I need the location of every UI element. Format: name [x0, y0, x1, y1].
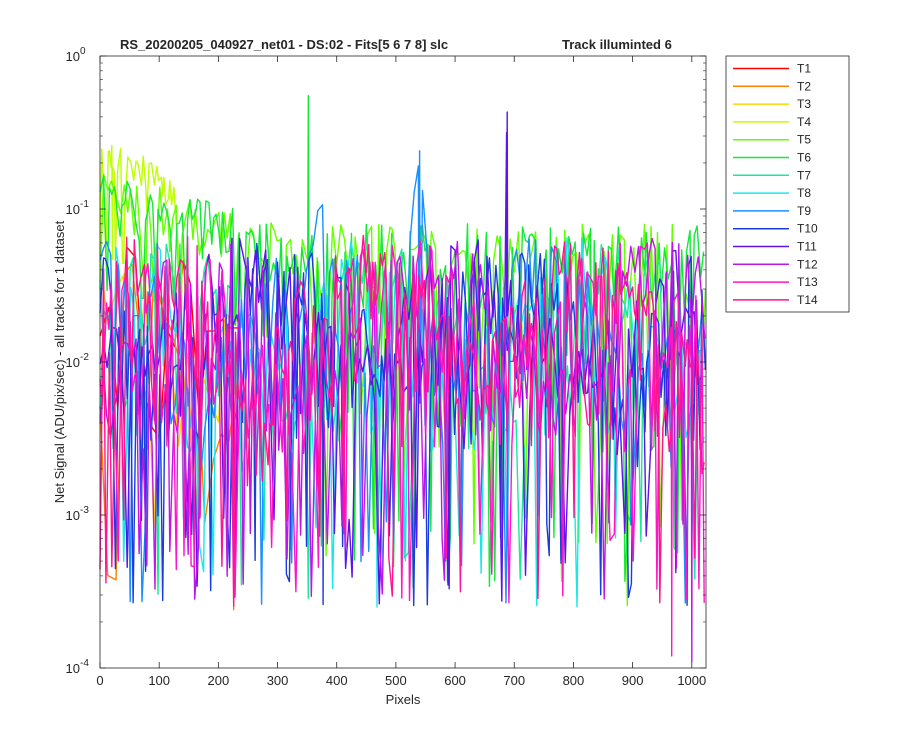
y-tick-label: 10: [66, 355, 80, 370]
x-tick-label: 300: [267, 673, 289, 688]
y-tick-exponent: -1: [80, 199, 89, 210]
y-tick-label: 10: [66, 49, 80, 64]
y-tick-exponent: -4: [80, 658, 89, 669]
x-tick-label: 0: [96, 673, 103, 688]
legend-label-t8: T8: [797, 186, 811, 200]
x-tick-label: 800: [563, 673, 585, 688]
legend-label-t5: T5: [797, 133, 811, 147]
y-tick-label: 10: [66, 661, 80, 676]
x-tick-label: 400: [326, 673, 348, 688]
legend-label-t11: T11: [797, 240, 817, 254]
y-axis-label: Net Signal (ADU/pix/sec) - all tracks fo…: [52, 220, 67, 503]
legend-label-t9: T9: [797, 204, 811, 218]
x-tick-label: 1000: [677, 673, 706, 688]
y-tick-base: 10: [66, 661, 80, 676]
chart-svg: 0 100 200 300 400 500 600 700 800 900 1000 10 010 -1…: [52, 37, 850, 707]
x-tick-label: 500: [385, 673, 407, 688]
legend-label-t12: T12: [797, 257, 818, 271]
legend-label-t3: T3: [797, 97, 811, 111]
y-tick-base: 10: [66, 355, 80, 370]
chart-subtitle: Track illuminted 6: [562, 37, 672, 52]
legend: T1 T2 T3 T4 T5 T6 T7 T8 T9 T10 T11 T12 T13 T14: [725, 55, 850, 313]
y-tick-label: 10: [66, 202, 80, 217]
legend-label-t6: T6: [797, 151, 811, 165]
y-tick-exponent: -3: [80, 505, 89, 516]
legend-label-t7: T7: [797, 168, 811, 182]
legend-label-t2: T2: [797, 79, 811, 93]
legend-label-t10: T10: [797, 222, 818, 236]
x-tick-label: 700: [503, 673, 525, 688]
y-tick-exponent: -2: [80, 352, 89, 363]
x-tick-label: 900: [622, 673, 644, 688]
x-tick-label: 200: [208, 673, 230, 688]
x-tick-label: 600: [444, 673, 466, 688]
legend-label-t4: T4: [797, 115, 811, 129]
legend-box: [725, 55, 850, 313]
x-tick-label: 100: [148, 673, 170, 688]
chart-figure: 0 100 200 300 400 500 600 700 800 900 1000 10 0 10 -1…: [0, 0, 900, 750]
y-tick-base: 10: [66, 202, 80, 217]
y-tick-base: 10: [66, 49, 80, 64]
y-tick-label: 10: [66, 508, 80, 523]
y-tick-exponent: 0: [80, 46, 86, 57]
x-axis-label: Pixels: [386, 692, 421, 707]
legend-label-t14: T14: [797, 293, 818, 307]
chart-title: RS_20200205_040927_net01 - DS:02 - Fits[…: [120, 37, 448, 52]
legend-label-t13: T13: [797, 275, 818, 289]
y-tick-base: 10: [66, 508, 80, 523]
legend-label-t1: T1: [797, 62, 811, 76]
